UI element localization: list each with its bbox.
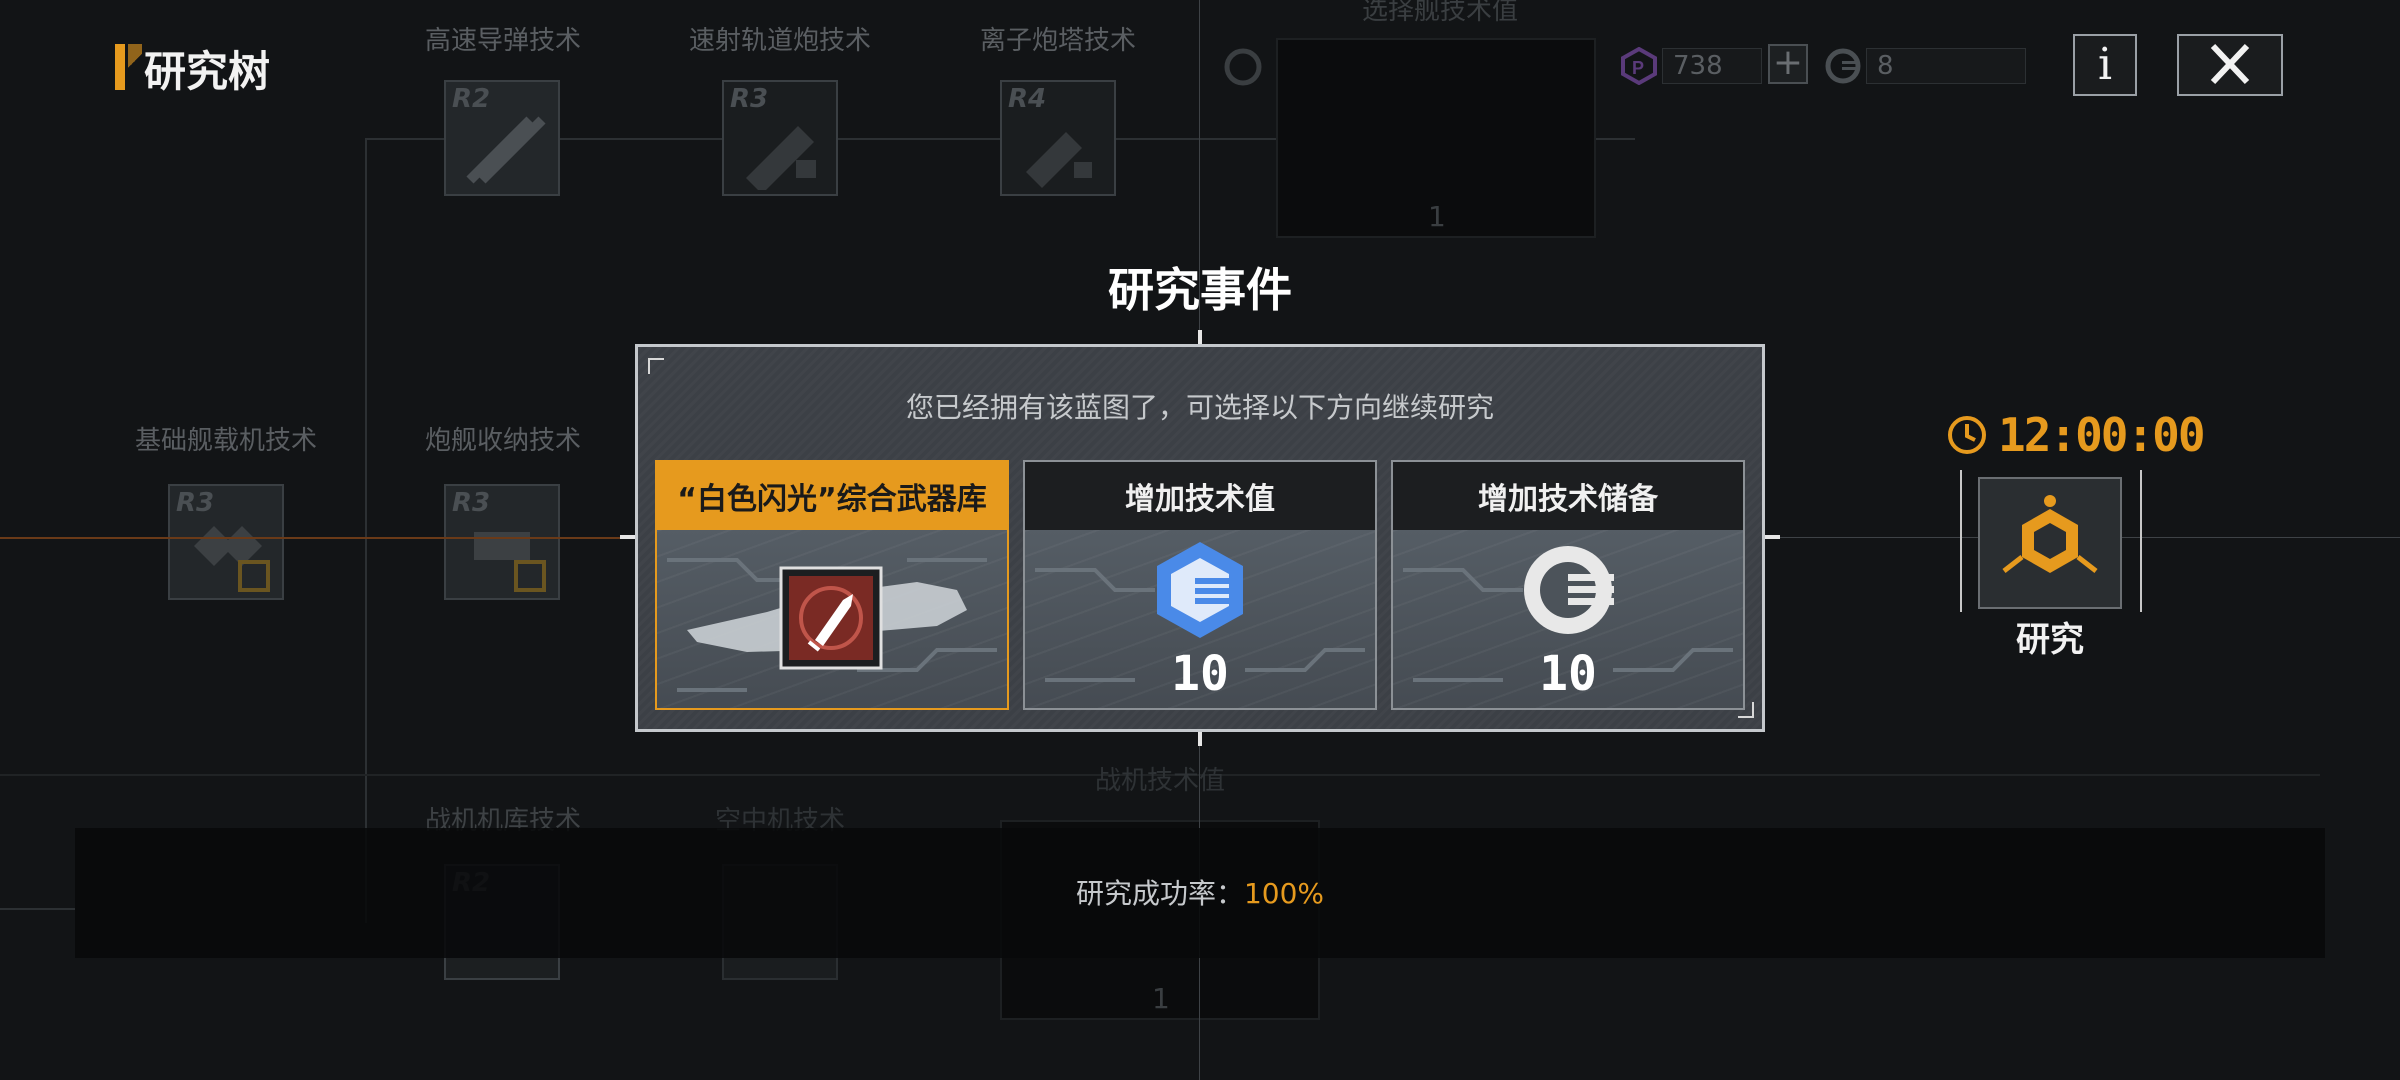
tree-node-ion-turret[interactable]: R4	[1000, 80, 1116, 196]
research-button[interactable]	[1978, 477, 2122, 609]
railgun-icon	[746, 126, 816, 190]
node-title: 战机技术值	[1094, 766, 1226, 796]
blueprint-weapon-icon	[667, 558, 997, 692]
tech-currency-icon	[1825, 48, 1861, 84]
svg-text:P: P	[1632, 58, 1644, 78]
tree-node-dark[interactable]: 1	[1276, 38, 1596, 238]
crosshair-highlight	[0, 537, 630, 539]
tree-node-missile[interactable]: R2	[444, 80, 560, 196]
success-rate: 研究成功率：100%	[1076, 872, 1324, 912]
option-value: 10	[1171, 646, 1229, 702]
page-title: 研究树	[144, 47, 271, 96]
tree-node-carrier[interactable]: R3	[168, 484, 284, 600]
timer-value: 12:00:00	[1998, 408, 2206, 462]
close-icon	[2210, 43, 2250, 85]
premium-currency-icon: P	[1621, 47, 1657, 85]
add-currency-button[interactable]: +	[1768, 44, 1808, 84]
node-title: 基础舰载机技术	[134, 426, 318, 456]
modal-title: 研究事件	[1108, 263, 1292, 317]
option-label: 增加技术值	[1025, 462, 1375, 530]
ion-turret-icon	[1026, 132, 1092, 188]
option-label: 增加技术储备	[1393, 462, 1743, 530]
option-value: 10	[1539, 646, 1597, 702]
premium-currency: P 738	[1620, 46, 1762, 86]
tree-connector	[365, 138, 367, 923]
title-accent	[115, 44, 125, 90]
carrier-icon	[194, 526, 270, 592]
research-label: 研究	[2016, 620, 2084, 660]
success-rate-label: 研究成功率：	[1075, 877, 1244, 910]
node-title: 选择舰技术值	[1361, 0, 1519, 26]
tech-currency-amount: 8	[1866, 48, 2026, 84]
node-title: 离子炮塔技术	[979, 26, 1137, 56]
modal-tick	[620, 535, 635, 539]
option-label: “白色闪光”综合武器库	[657, 462, 1007, 530]
refresh-icon[interactable]	[1222, 46, 1264, 88]
gunship-icon	[474, 532, 546, 592]
tree-connector	[0, 908, 75, 910]
research-hex-icon	[2002, 495, 2098, 573]
option-body	[657, 530, 1007, 708]
info-button[interactable]: i	[2073, 34, 2137, 96]
success-rate-value: 100%	[1243, 877, 1325, 910]
tree-node-gunship[interactable]: R3	[444, 484, 560, 600]
tech-currency: 8	[1824, 46, 2026, 86]
node-count: 1	[1152, 982, 1170, 1015]
modal-subtitle: 您已经拥有该蓝图了，可选择以下方向继续研究	[905, 391, 1495, 424]
close-button[interactable]	[2177, 34, 2283, 96]
clock-icon	[1948, 416, 1986, 454]
modal-tick	[1198, 732, 1202, 746]
option-blueprint[interactable]: “白色闪光”综合武器库	[655, 460, 1009, 710]
node-title: 炮舰收纳技术	[424, 426, 582, 456]
modal-corner	[648, 358, 664, 374]
premium-currency-amount: 738	[1662, 48, 1762, 84]
research-timer: 12:00:00	[1946, 408, 2206, 462]
title-accent-slash	[128, 44, 142, 90]
option-tech-reserve[interactable]: 增加技术储备 10	[1391, 460, 1745, 710]
tree-node-railgun[interactable]: R3	[722, 80, 838, 196]
modal-tick	[1765, 535, 1780, 539]
node-title: 速射轨道炮技术	[688, 26, 872, 56]
node-count: 1	[1428, 200, 1446, 233]
missile-icon	[466, 116, 546, 184]
node-title: 高速导弹技术	[424, 26, 582, 56]
option-tech-value[interactable]: 增加技术值 10	[1023, 460, 1377, 710]
modal-tick	[1198, 330, 1202, 344]
